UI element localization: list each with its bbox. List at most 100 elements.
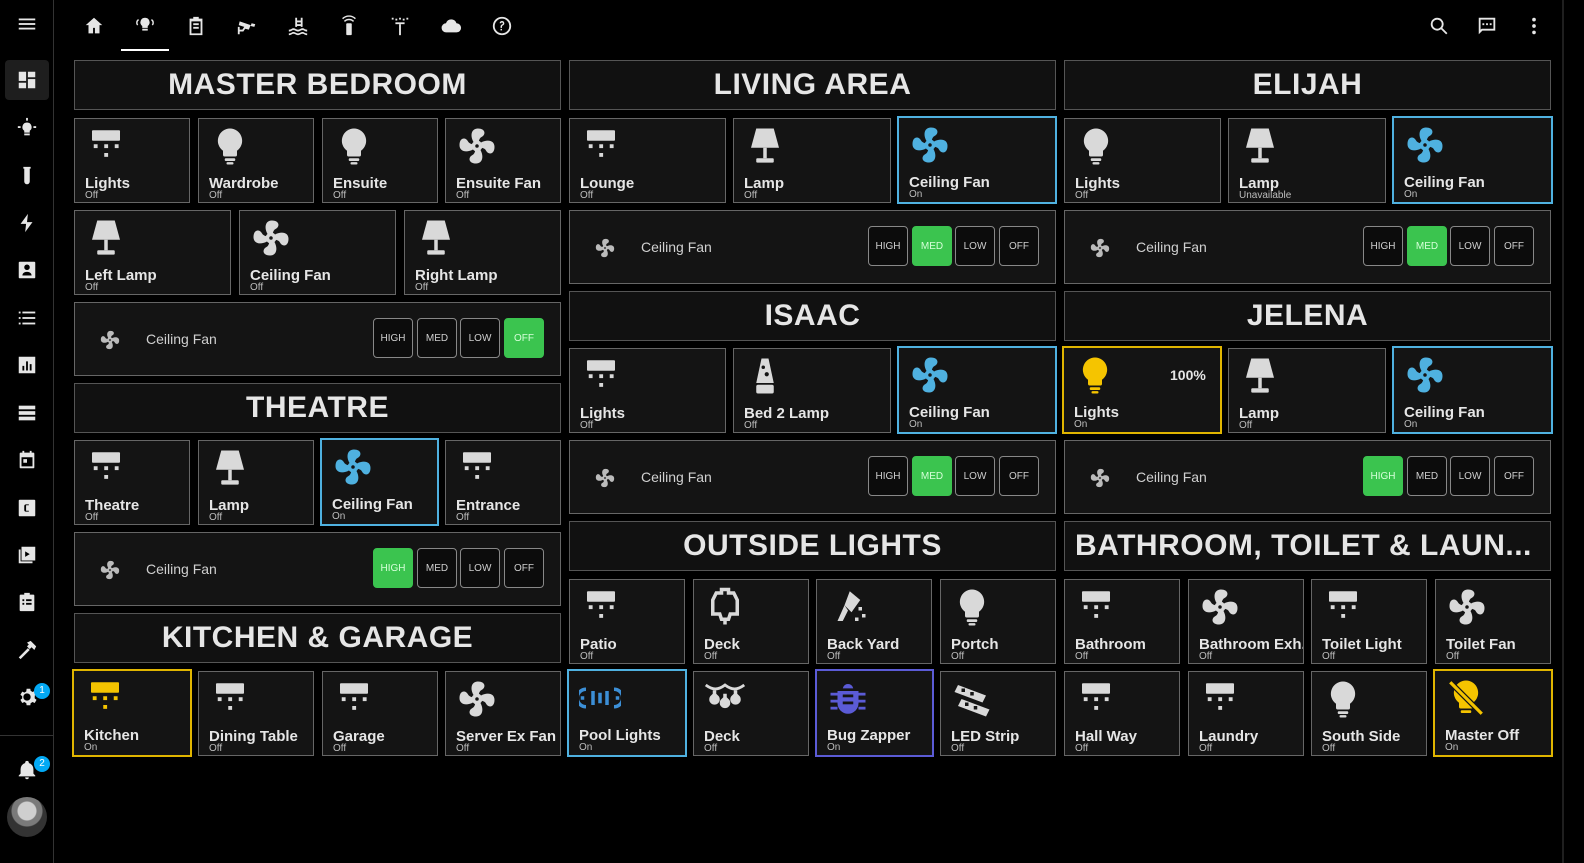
scrollbar[interactable]	[1562, 0, 1564, 863]
tile-bt-hall-way[interactable]: Hall Way Off	[1064, 671, 1180, 756]
tile-ol-deck-2[interactable]: Deck Off	[693, 671, 809, 756]
tab-pool[interactable]	[274, 0, 322, 52]
tile-bt-toilet-light[interactable]: Toilet Light Off	[1311, 579, 1427, 664]
tile-bt-bathroom[interactable]: Bathroom Off	[1064, 579, 1180, 664]
tile-el-lights[interactable]: Lights Off	[1064, 118, 1221, 203]
tile-je-lights[interactable]: 100% Lights On	[1062, 346, 1222, 434]
speed-med-button[interactable]: MED	[912, 456, 952, 496]
tile-ol-back-yard[interactable]: Back Yard Off	[816, 579, 932, 664]
tile-th-ceiling-fan[interactable]: Ceiling Fan On	[320, 438, 439, 526]
tab-home[interactable]	[70, 0, 118, 52]
tile-el-ceiling-fan[interactable]: Ceiling Fan On	[1392, 116, 1553, 204]
speed-med-button[interactable]: MED	[912, 226, 952, 266]
tile-la-lounge[interactable]: Lounge Off	[569, 118, 726, 203]
sidebar-item-devices[interactable]	[5, 156, 49, 196]
tile-mb-ensuite[interactable]: Ensuite Off	[322, 118, 438, 203]
tab-lights[interactable]	[121, 0, 169, 52]
tile-bt-laundry[interactable]: Laundry Off	[1188, 671, 1304, 756]
sidebar-item-logbook[interactable]	[5, 393, 49, 433]
sidebar-item-clipboard[interactable]	[5, 582, 49, 622]
tile-kg-garage[interactable]: Garage Off	[322, 671, 438, 756]
tile-mb-lights[interactable]: Lights Off	[74, 118, 190, 203]
tile-bt-master-off[interactable]: Master Off On	[1433, 669, 1553, 757]
hammer-icon	[18, 640, 37, 660]
tile-th-lamp[interactable]: Lamp Off	[198, 440, 314, 525]
speed-high-button[interactable]: HIGH	[868, 456, 908, 496]
speed-high-button[interactable]: HIGH	[373, 318, 413, 358]
menu-icon[interactable]	[5, 4, 49, 44]
speed-off-button[interactable]: OFF	[999, 456, 1039, 496]
tab-sprinklers[interactable]	[376, 0, 424, 52]
speed-low-button[interactable]: LOW	[955, 226, 995, 266]
tile-ol-pool-lights[interactable]: Pool Lights On	[567, 669, 687, 757]
tile-mb-left-lamp[interactable]: Left Lamp Off	[74, 210, 231, 295]
speed-low-button[interactable]: LOW	[460, 318, 500, 358]
tile-la-ceiling-fan[interactable]: Ceiling Fan On	[897, 116, 1057, 204]
tab-help[interactable]	[478, 0, 526, 52]
tile-mb-right-lamp[interactable]: Right Lamp Off	[404, 210, 561, 295]
speed-med-button[interactable]: MED	[1407, 226, 1447, 266]
tile-ol-portch[interactable]: Portch Off	[940, 579, 1056, 664]
speed-low-button[interactable]: LOW	[460, 548, 500, 588]
tile-is-lights[interactable]: Lights Off	[569, 348, 726, 433]
tab-weather[interactable]	[427, 0, 475, 52]
sidebar-item-developer-tools[interactable]	[5, 630, 49, 670]
speed-med-button[interactable]: MED	[1407, 456, 1447, 496]
tile-th-theatre[interactable]: Theatre Off	[74, 440, 190, 525]
tile-bt-toilet-fan[interactable]: Toilet Fan Off	[1435, 579, 1551, 664]
tile-ol-patio[interactable]: Patio Off	[569, 579, 685, 664]
tile-bt-south-side[interactable]: South Side Off	[1311, 671, 1427, 756]
sidebar-item-code[interactable]	[5, 488, 49, 528]
tab-network[interactable]	[325, 0, 373, 52]
play-box-icon	[18, 546, 36, 564]
sidebar-item-media[interactable]	[5, 535, 49, 575]
speed-med-button[interactable]: MED	[417, 318, 457, 358]
speed-med-button[interactable]: MED	[417, 548, 457, 588]
sidebar-item-lights[interactable]	[5, 108, 49, 148]
tile-je-ceiling-fan[interactable]: Ceiling Fan On	[1392, 346, 1553, 434]
tile-la-lamp[interactable]: Lamp Off	[733, 118, 891, 203]
tile-th-entrance[interactable]: Entrance Off	[445, 440, 561, 525]
tab-security[interactable]	[223, 0, 271, 52]
sidebar-item-overview[interactable]	[5, 60, 49, 100]
avatar[interactable]	[7, 797, 47, 837]
speed-off-button[interactable]: OFF	[504, 548, 544, 588]
sidebar-item-energy[interactable]	[5, 203, 49, 243]
speed-low-button[interactable]: LOW	[1450, 226, 1490, 266]
tile-kg-kitchen[interactable]: Kitchen On	[72, 669, 192, 757]
speed-high-button[interactable]: HIGH	[1363, 456, 1403, 496]
sidebar-item-settings[interactable]: 1	[5, 677, 50, 717]
sidebar-divider	[0, 735, 54, 736]
tile-mb-wardrobe[interactable]: Wardrobe Off	[198, 118, 314, 203]
sidebar-item-history[interactable]	[5, 345, 49, 385]
speed-off-button[interactable]: OFF	[1494, 226, 1534, 266]
tile-je-lamp[interactable]: Lamp Off	[1228, 348, 1386, 433]
assist-button[interactable]	[1463, 0, 1511, 52]
speed-off-button[interactable]: OFF	[999, 226, 1039, 266]
tile-is-ceiling-fan[interactable]: Ceiling Fan On	[897, 346, 1057, 434]
tile-kg-server-ex-fan[interactable]: Server Ex Fan Off	[445, 671, 561, 756]
sidebar-item-calendar[interactable]	[5, 440, 49, 480]
sidebar-item-todo[interactable]	[5, 298, 49, 338]
tile-bt-bathroom-exh[interactable]: Bathroom Exh. Off	[1188, 579, 1304, 664]
tile-ol-deck[interactable]: Deck Off	[693, 579, 809, 664]
speed-low-button[interactable]: LOW	[955, 456, 995, 496]
tile-is-bed2-lamp[interactable]: Bed 2 Lamp Off	[733, 348, 891, 433]
tile-kg-dining-table[interactable]: Dining Table Off	[198, 671, 314, 756]
tab-clipboard[interactable]	[172, 0, 220, 52]
speed-high-button[interactable]: HIGH	[868, 226, 908, 266]
tile-mb-ceiling-fan[interactable]: Ceiling Fan Off	[239, 210, 396, 295]
speed-high-button[interactable]: HIGH	[1363, 226, 1403, 266]
sidebar-item-people[interactable]	[5, 250, 49, 290]
tile-el-lamp[interactable]: Lamp Unavailable	[1228, 118, 1386, 203]
sidebar-item-notifications[interactable]: 2	[5, 750, 50, 790]
tile-mb-ensuite-fan[interactable]: Ensuite Fan Off	[445, 118, 561, 203]
search-button[interactable]	[1415, 0, 1463, 52]
speed-low-button[interactable]: LOW	[1450, 456, 1490, 496]
more-options-button[interactable]	[1510, 0, 1558, 52]
speed-off-button[interactable]: OFF	[1494, 456, 1534, 496]
tile-ol-bug-zapper[interactable]: Bug Zapper On	[815, 669, 934, 757]
speed-off-button[interactable]: OFF	[504, 318, 544, 358]
speed-high-button[interactable]: HIGH	[373, 548, 413, 588]
tile-ol-led-strip[interactable]: LED Strip Off	[940, 671, 1056, 756]
